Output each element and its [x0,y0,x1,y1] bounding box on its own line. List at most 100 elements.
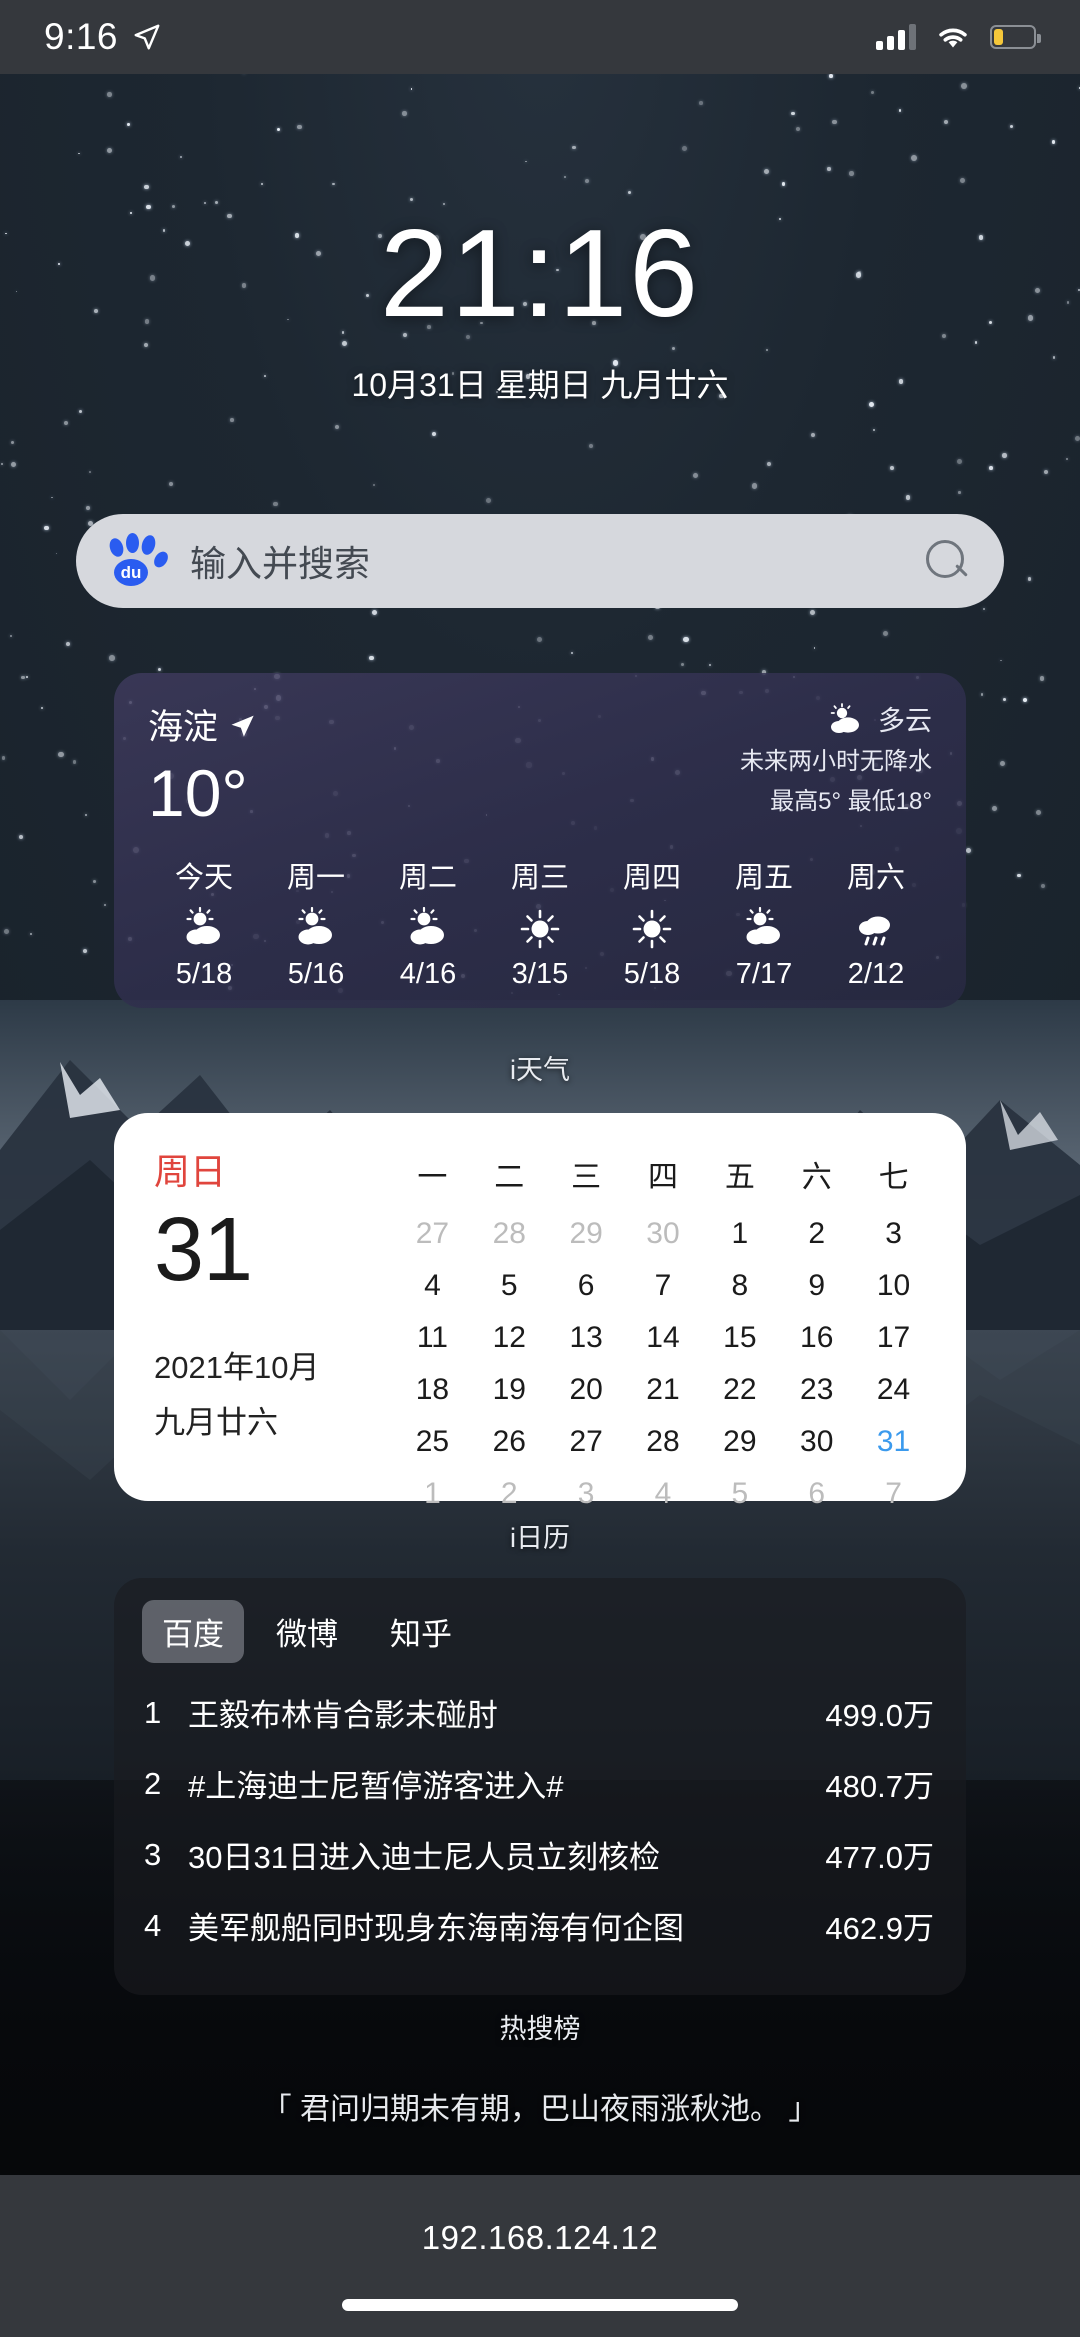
calendar-day-cell[interactable]: 9 [778,1260,855,1312]
forecast-day-icon [708,902,820,956]
forecast-day-icon [148,902,260,956]
calendar-day-cell[interactable]: 6 [778,1468,855,1520]
hot-search-list[interactable]: 1 王毅布林肯合影未碰肘 499.0万 2 #上海迪士尼暂停游客进入# 480.7万 3 30… [142,1677,938,1961]
calendar-day-cell[interactable]: 26 [471,1416,548,1468]
calendar-day-cell[interactable]: 12 [471,1312,548,1364]
forecast-day: 周五 7/17 [708,854,820,991]
calendar-day-cell[interactable]: 16 [778,1312,855,1364]
hot-search-title[interactable]: 30日31日进入迪士尼人员立刻核检 [178,1832,825,1877]
forecast-day-temp: 5/16 [287,957,345,990]
hot-search-title[interactable]: #上海迪士尼暂停游客进入# [178,1761,825,1806]
calendar-widget[interactable]: 周日 31 2021年10月 九月廿六 一二三四五六七 27 28 29 30 1 2 3 4 5… [114,1113,966,1510]
calendar-widget-label: i日历 [510,1523,570,1553]
hot-search-item[interactable]: 2 #上海迪士尼暂停游客进入# 480.7万 [142,1748,938,1819]
forecast-day-icon [484,902,596,956]
status-bar-right [876,24,1041,50]
calendar-day-cell[interactable]: 3 [548,1468,625,1520]
weather-location-row: 海淀 [148,699,256,750]
forecast-day-temp: 5/18 [175,957,233,990]
calendar-day-cell[interactable]: 29 [701,1416,778,1468]
weather-temperature: 10° [148,756,248,830]
clock-date: 10月31日 星期日 九月廿六 [351,367,729,403]
calendar-day-cell[interactable]: 14 [625,1312,702,1364]
calendar-month-grid[interactable]: 一二三四五六七 27 28 29 30 1 2 3 4 5 6 7 8 9 10 11 12 13 14 15 16 17… [394,1143,932,1510]
calendar-day-cell[interactable]: 8 [701,1260,778,1312]
forecast-day-icon [596,902,708,956]
calendar-day-cell[interactable]: 13 [548,1312,625,1364]
location-arrow-icon [134,24,160,50]
hot-search-title[interactable]: 美军舰船同时现身东海南海有何企图 [178,1903,825,1948]
calendar-day-cell[interactable]: 24 [855,1364,932,1416]
forecast-day: 今天 5/18 [148,854,260,991]
cellular-signal-icon [876,24,916,50]
calendar-day-cell[interactable]: 15 [701,1312,778,1364]
calendar-day-cell[interactable]: 28 [625,1416,702,1468]
weather-widget-label: i天气 [510,1055,570,1085]
weather-widget[interactable]: 海淀 10° 多云 未来两小时无降水 最高5° 最低18° 今天 5/18 周一… [114,673,966,1008]
calendar-day-cell[interactable]: 2 [778,1208,855,1260]
weather-condition-row: 多云 [740,699,932,738]
hot-search-item[interactable]: 1 王毅布林肯合影未碰肘 499.0万 [142,1677,938,1748]
weather-condition: 多云 [878,706,932,736]
calendar-day-cell[interactable]: 1 [701,1208,778,1260]
calendar-day-cell[interactable]: 2 [471,1468,548,1520]
weather-precip-note: 未来两小时无降水 [740,748,932,775]
forecast-day-name: 周二 [398,861,457,894]
rain-icon [859,916,890,946]
hot-search-tab[interactable]: 微博 [256,1600,358,1663]
calendar-day-cell[interactable]: 18 [394,1364,471,1416]
hot-search-rank: 3 [144,1836,162,1872]
calendar-day-cell[interactable]: 20 [548,1364,625,1416]
calendar-weekday-header: 二 [494,1161,525,1194]
hot-search-tabs[interactable]: 百度 微博 知乎 [142,1600,938,1663]
calendar-day-cell[interactable]: 25 [394,1416,471,1468]
forecast-day-temp: 5/18 [623,957,681,990]
forecast-day-name: 周三 [510,861,569,894]
forecast-day: 周六 2/12 [820,854,932,991]
partly-cloudy-icon [830,702,859,733]
calendar-day-cell[interactable]: 28 [471,1208,548,1260]
calendar-day-cell[interactable]: 11 [394,1312,471,1364]
calendar-day-cell[interactable]: 23 [778,1364,855,1416]
calendar-day-cell[interactable]: 3 [855,1208,932,1260]
hot-search-title[interactable]: 王毅布林肯合影未碰肘 [178,1690,825,1735]
partly-cloudy-icon [186,906,220,945]
calendar-day-cell[interactable]: 29 [548,1208,625,1260]
hot-search-rank: 2 [144,1765,162,1801]
hot-search-item[interactable]: 3 30日31日进入迪士尼人员立刻核检 477.0万 [142,1819,938,1890]
calendar-day-cell[interactable]: 31 [855,1416,932,1468]
home-indicator[interactable] [342,2299,738,2311]
calendar-summary: 周日 31 2021年10月 九月廿六 [154,1143,394,1475]
hot-search-rank: 4 [144,1907,162,1943]
calendar-day-cell[interactable]: 19 [471,1364,548,1416]
calendar-day-cell[interactable]: 21 [625,1364,702,1416]
forecast-day-name: 周五 [734,861,793,894]
calendar-day-cell[interactable]: 22 [701,1364,778,1416]
calendar-day-cell[interactable]: 27 [394,1208,471,1260]
calendar-day-cell[interactable]: 30 [778,1416,855,1468]
calendar-day-cell[interactable]: 30 [625,1208,702,1260]
calendar-lunar-date: 九月廿六 [154,1404,278,1440]
calendar-day-cell[interactable]: 7 [625,1260,702,1312]
calendar-day-cell[interactable]: 17 [855,1312,932,1364]
calendar-day-cell[interactable]: 10 [855,1260,932,1312]
calendar-day-cell[interactable]: 1 [394,1468,471,1520]
hot-search-item[interactable]: 4 美军舰船同时现身东海南海有何企图 462.9万 [142,1890,938,1961]
calendar-day-cell[interactable]: 7 [855,1468,932,1520]
hot-search-tab[interactable]: 知乎 [370,1600,472,1663]
calendar-day-cell[interactable]: 4 [625,1468,702,1520]
lock-clock: 21:16 10月31日 星期日 九月廿六 [0,212,1080,406]
forecast-day: 周四 5/18 [596,854,708,991]
search-input[interactable]: 输入并搜索 [190,535,898,587]
hot-search-widget[interactable]: 百度 微博 知乎 1 王毅布林肯合影未碰肘 499.0万 2 #上海迪士尼暂停游客进入# 48… [114,1578,966,1995]
calendar-weekday: 周日 [154,1151,227,1192]
calendar-day-cell[interactable]: 6 [548,1260,625,1312]
calendar-day-cell[interactable]: 27 [548,1416,625,1468]
calendar-day-cell[interactable]: 4 [394,1260,471,1312]
hot-search-tab[interactable]: 百度 [142,1600,244,1663]
search-bar[interactable]: du 输入并搜索 [76,514,1004,608]
search-icon[interactable] [924,538,970,584]
calendar-day-cell[interactable]: 5 [701,1468,778,1520]
calendar-day-cell[interactable]: 5 [471,1260,548,1312]
calendar-weekday-header: 一 [417,1161,448,1194]
